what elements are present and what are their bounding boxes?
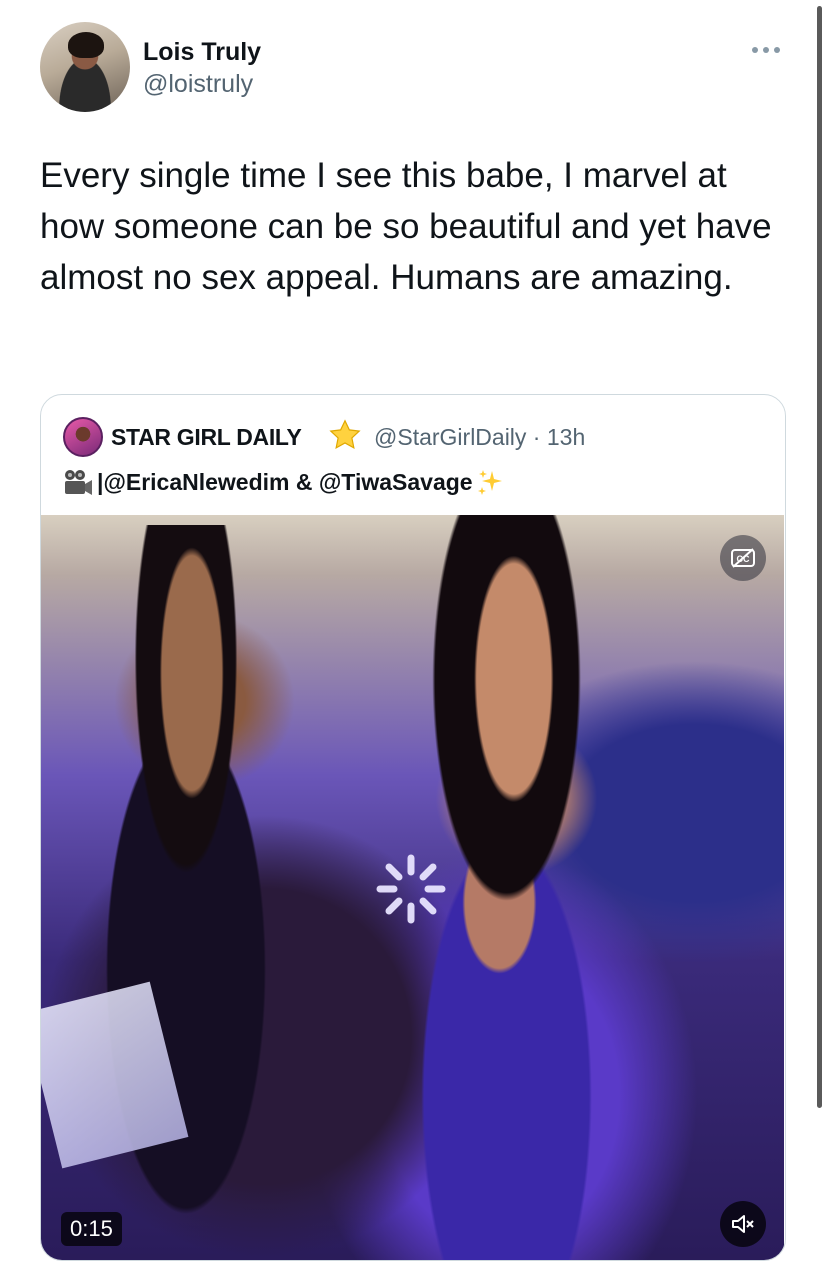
video-player[interactable]: CC 0:15 — [41, 515, 784, 1260]
speaker-muted-icon[interactable] — [720, 1201, 766, 1247]
star-icon — [329, 419, 361, 450]
author-name[interactable]: Lois Truly — [143, 38, 261, 67]
quoted-timestamp: · 13h — [526, 424, 586, 450]
closed-captions-off-icon[interactable]: CC — [720, 535, 766, 581]
sparkles-icon — [477, 470, 502, 495]
video-duration: 0:15 — [61, 1212, 122, 1246]
author-handle[interactable]: @loistruly — [143, 70, 253, 99]
quoted-mentions[interactable]: @EricaNlewedim & @TiwaSavage — [103, 469, 472, 496]
quoted-author-handle: @StarGirlDaily — [374, 424, 527, 450]
quoted-meta: @StarGirlDaily · 13h — [374, 424, 585, 451]
tweet-header: Lois Truly @loistruly — [40, 22, 790, 114]
loading-spinner-icon — [376, 854, 446, 924]
author-avatar[interactable] — [40, 22, 130, 112]
quoted-text: | @EricaNlewedim & @TiwaSavage — [63, 467, 505, 497]
quoted-tweet-card[interactable]: STAR GIRL DAILY @StarGirlDaily · 13h | @… — [40, 394, 786, 1261]
quoted-author-avatar — [63, 417, 103, 457]
scrollbar[interactable] — [817, 6, 822, 1108]
tweet-text: Every single time I see this babe, I mar… — [40, 156, 772, 297]
quoted-author-name: STAR GIRL DAILY — [111, 424, 302, 450]
more-options-icon[interactable] — [748, 40, 784, 60]
movie-camera-icon — [63, 468, 93, 496]
